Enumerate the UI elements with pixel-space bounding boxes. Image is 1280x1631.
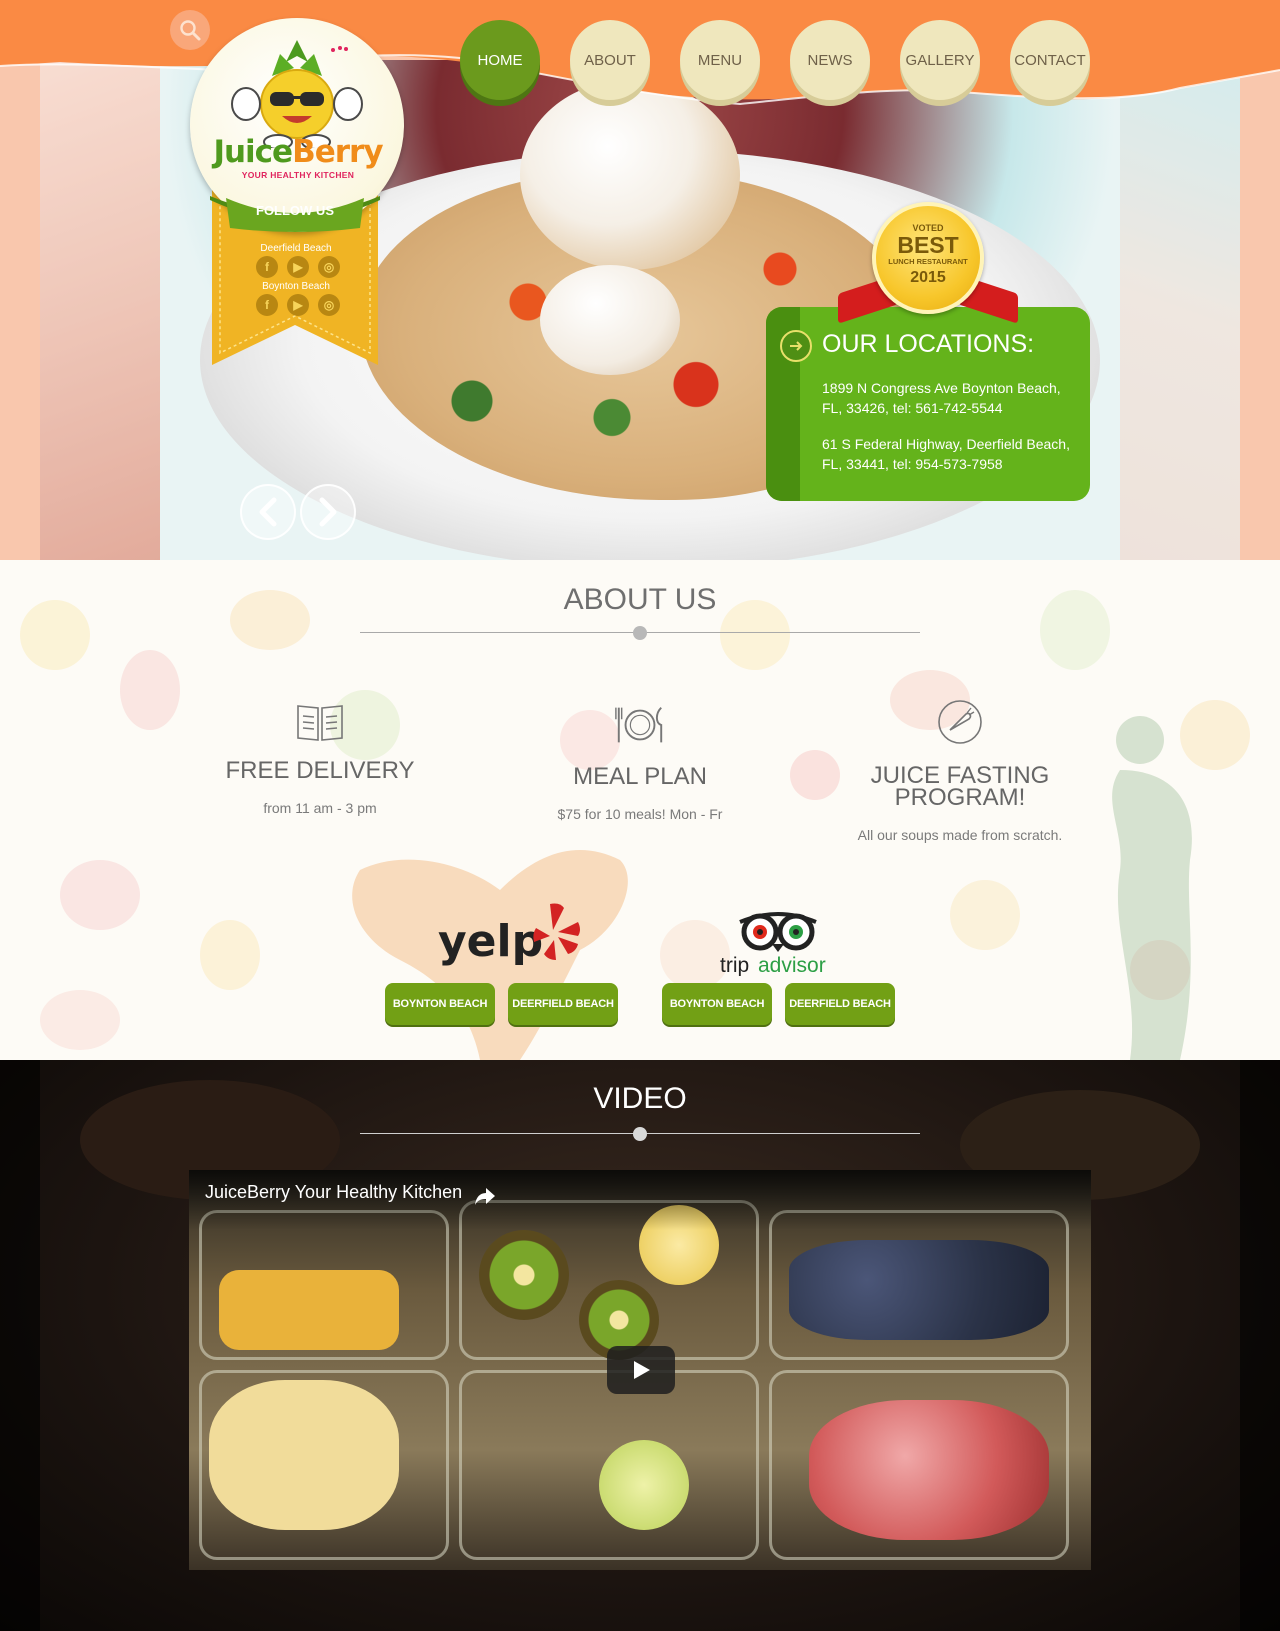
feature-title: JUICE FASTING PROGRAM! — [870, 762, 1050, 811]
nav-gallery[interactable]: GALLERY — [900, 20, 980, 100]
feature-meal-plan: MEAL PLAN $75 for 10 meals! Mon - Fr — [510, 698, 770, 822]
tripadvisor-boynton-button[interactable]: BOYNTON BEACH — [662, 983, 772, 1025]
strawberries — [809, 1400, 1049, 1540]
award-badge: VOTED BEST LUNCH RESTAURANT 2015 — [872, 202, 984, 314]
nav-home[interactable]: HOME — [460, 20, 540, 100]
facebook-icon[interactable]: f — [256, 256, 278, 278]
chevron-right-icon — [319, 497, 337, 527]
play-icon — [634, 1361, 650, 1379]
book-icon — [293, 696, 347, 750]
tripadvisor-deerfield-button[interactable]: DEERFIELD BEACH — [785, 983, 895, 1025]
video-edge-right — [1240, 1060, 1280, 1631]
fruit-pattern-shape — [200, 920, 260, 990]
follow-us-label: FOLLOW US — [256, 203, 334, 218]
logo-tagline: YOUR HEALTHY KITCHEN — [241, 170, 355, 180]
location-address: 1899 N Congress Ave Boynton Beach, FL, 3… — [822, 380, 1061, 416]
feature-subtitle: $75 for 10 meals! Mon - Fr — [557, 806, 723, 822]
main-nav: HOME ABOUT MENU NEWS GALLERY CONTACT — [460, 20, 1090, 100]
locations-title: OUR LOCATIONS: — [822, 330, 1035, 358]
logo-wordmark: JuiceBerry — [213, 134, 383, 170]
yelp-boynton-button[interactable]: BOYNTON BEACH — [385, 983, 495, 1025]
video-play-button[interactable] — [607, 1346, 675, 1394]
fruit-pattern-shape — [40, 990, 120, 1050]
about-divider — [360, 626, 920, 640]
feature-subtitle: from 11 am - 3 pm — [263, 800, 377, 816]
about-title: ABOUT US — [563, 583, 717, 616]
social-links-deerfield: f ▶ ◎ — [256, 256, 340, 278]
kiwi-slice — [479, 1230, 569, 1320]
instagram-icon[interactable]: ◎ — [318, 256, 340, 278]
youtube-icon[interactable]: ▶ — [287, 256, 309, 278]
badge-best: BEST — [897, 232, 959, 258]
facebook-icon[interactable]: f — [256, 294, 278, 316]
carrot-icon — [933, 695, 987, 749]
feature-title: FREE DELIVERY — [225, 757, 415, 784]
youtube-icon[interactable]: ▶ — [287, 294, 309, 316]
hero-edge-right — [1240, 60, 1280, 560]
fruit-pattern-shape — [950, 880, 1020, 950]
fruit-pattern-shape — [120, 650, 180, 730]
badge-year: 2015 — [910, 269, 946, 286]
nav-menu[interactable]: MENU — [680, 20, 760, 100]
social-location-label: Deerfield Beach — [260, 243, 332, 254]
video-edge-left — [0, 1060, 40, 1631]
runner-silhouette — [1112, 716, 1192, 1060]
feature-subtitle: All our soups made from scratch. — [857, 827, 1063, 843]
yelp-logo[interactable]: yelp — [438, 900, 588, 970]
yelp-wordmark: yelp — [438, 916, 543, 967]
fruit-pattern-shape — [60, 860, 140, 930]
hero-veil-left — [40, 60, 160, 560]
nav-news[interactable]: NEWS — [790, 20, 870, 100]
nav-contact[interactable]: CONTACT — [1010, 20, 1090, 100]
slider-next-button[interactable] — [300, 484, 356, 540]
location-address: 61 S Federal Highway, Deerfield Beach, F… — [822, 436, 1070, 472]
pineapple-chunks — [219, 1270, 399, 1350]
badge-subtitle: LUNCH RESTAURANT — [888, 257, 968, 266]
yelp-deerfield-button[interactable]: DEERFIELD BEACH — [508, 983, 618, 1025]
feature-free-delivery: FREE DELIVERY from 11 am - 3 pm — [190, 696, 450, 816]
tripadvisor-wordmark-b: advisor — [758, 954, 826, 976]
tripadvisor-wordmark-a: trip — [720, 954, 749, 976]
bananas — [209, 1380, 399, 1530]
instagram-icon[interactable]: ◎ — [318, 294, 340, 316]
hero-veil-right — [1120, 60, 1240, 560]
food-scoop-shape — [540, 265, 680, 375]
feature-juice-fasting: JUICE FASTING PROGRAM! All our soups mad… — [830, 695, 1090, 843]
social-location-label: Boynton Beach — [262, 281, 330, 292]
video-title: VIDEO — [593, 1082, 687, 1115]
tripadvisor-logo[interactable]: trip advisor — [720, 900, 836, 976]
share-icon[interactable] — [474, 1186, 496, 1206]
slider-prev-button[interactable] — [240, 484, 296, 540]
feature-title: MEAL PLAN — [573, 763, 707, 790]
lime-slice — [599, 1440, 689, 1530]
nav-about[interactable]: ABOUT — [570, 20, 650, 100]
blueberries — [789, 1240, 1049, 1340]
video-player-title[interactable]: JuiceBerry Your Healthy Kitchen — [205, 1182, 462, 1203]
chevron-left-icon — [259, 497, 277, 527]
social-links-boynton: f ▶ ◎ — [256, 294, 340, 316]
arrow-right-icon — [780, 330, 812, 362]
video-divider — [360, 1127, 920, 1141]
plate-icon — [613, 698, 667, 752]
hero-edge-left — [0, 60, 40, 560]
pineapple-mascot-icon — [231, 40, 363, 148]
